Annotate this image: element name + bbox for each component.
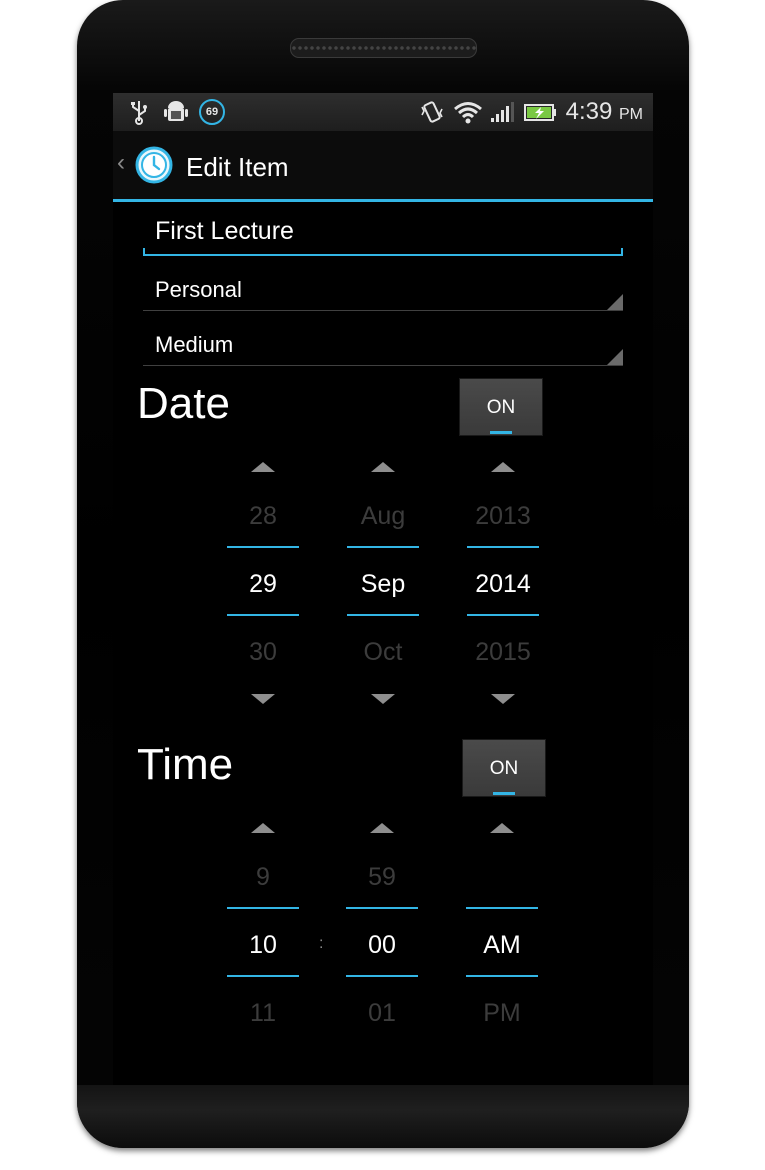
increment-arrow-icon[interactable]: [371, 462, 395, 472]
category-value: Personal: [155, 277, 242, 302]
signal-icon: [490, 99, 516, 125]
category-underline: [143, 310, 623, 311]
clock-time: 4:39: [565, 98, 613, 125]
selection-line-bottom: [346, 975, 418, 977]
name-field[interactable]: First Lecture: [143, 211, 623, 259]
selection-line-top: [347, 546, 419, 548]
chevron-left-icon[interactable]: ‹: [117, 151, 125, 175]
date-label: Date: [137, 379, 230, 428]
selection-line-top: [466, 907, 538, 909]
month-prev: Aug: [360, 502, 406, 530]
day-current[interactable]: 29: [207, 569, 319, 599]
minute-next: 01: [368, 999, 396, 1027]
ampm-next: PM: [483, 999, 521, 1027]
selection-line-bottom: [347, 614, 419, 616]
phone-chin: [77, 1085, 689, 1148]
increment-arrow-icon[interactable]: [251, 462, 275, 472]
selection-line-bottom: [466, 975, 538, 977]
name-field-underline: [143, 254, 623, 256]
time-toggle[interactable]: ON: [462, 739, 546, 797]
spinner-arrow-icon: [607, 349, 623, 365]
name-field-value: First Lecture: [155, 217, 294, 245]
toggle-indicator: [493, 792, 515, 795]
day-prev: 28: [249, 502, 277, 530]
hour-picker[interactable]: 9 10 11: [227, 820, 299, 1030]
clock-ampm: PM: [619, 106, 643, 123]
speaker-grille: [290, 38, 477, 58]
increment-arrow-icon[interactable]: [251, 823, 275, 833]
day-picker[interactable]: 28 29 30: [227, 459, 299, 709]
hour-current[interactable]: 10: [207, 930, 319, 960]
selection-line-bottom: [467, 614, 539, 616]
day-next: 30: [249, 638, 277, 666]
increment-arrow-icon[interactable]: [491, 462, 515, 472]
status-bar: 69 4:39 PM: [113, 93, 653, 131]
hour-prev: 9: [256, 863, 270, 891]
vibrate-icon: [419, 99, 445, 125]
selection-line-top: [346, 907, 418, 909]
year-current[interactable]: 2014: [447, 569, 559, 599]
page-title: Edit Item: [186, 152, 289, 182]
wifi-icon: [453, 99, 483, 125]
month-next: Oct: [363, 638, 403, 666]
notification-badge: 69: [199, 99, 225, 125]
selection-line-top: [467, 546, 539, 548]
time-separator: :: [319, 935, 324, 952]
status-clock: 4:39 PM: [566, 97, 643, 130]
minute-prev: 59: [368, 863, 396, 891]
time-toggle-label: ON: [489, 758, 519, 779]
month-current[interactable]: Sep: [327, 569, 439, 599]
ampm-current[interactable]: AM: [446, 930, 558, 960]
ampm-picker[interactable]: AM PM: [466, 820, 538, 1030]
android-debug-icon: [163, 99, 189, 125]
increment-arrow-icon[interactable]: [490, 823, 514, 833]
date-toggle-label: ON: [486, 397, 516, 418]
time-label: Time: [137, 740, 234, 789]
month-picker[interactable]: Aug Sep Oct: [347, 459, 419, 709]
underline-right-tick: [621, 248, 623, 256]
minute-picker[interactable]: 59 00 01: [346, 820, 418, 1030]
decrement-arrow-icon[interactable]: [251, 694, 275, 704]
usb-icon: [129, 99, 149, 125]
minute-current[interactable]: 00: [326, 930, 438, 960]
battery-charging-icon: [523, 99, 559, 125]
year-picker[interactable]: 2013 2014 2015: [467, 459, 539, 709]
priority-underline: [143, 365, 623, 366]
selection-line-bottom: [227, 975, 299, 977]
underline-left-tick: [143, 248, 145, 256]
increment-arrow-icon[interactable]: [370, 823, 394, 833]
action-bar-divider: [113, 199, 653, 202]
selection-line-top: [227, 546, 299, 548]
priority-spinner[interactable]: Medium: [143, 324, 623, 368]
hour-next: 11: [250, 999, 276, 1027]
year-prev: 2013: [475, 502, 531, 530]
selection-line-bottom: [227, 614, 299, 616]
category-spinner[interactable]: Personal: [143, 269, 623, 313]
year-next: 2015: [475, 638, 531, 666]
selection-line-top: [227, 907, 299, 909]
decrement-arrow-icon[interactable]: [491, 694, 515, 704]
priority-value: Medium: [155, 332, 234, 357]
spinner-arrow-icon: [607, 294, 623, 310]
clock-icon[interactable]: [135, 146, 173, 184]
decrement-arrow-icon[interactable]: [371, 694, 395, 704]
screen: 69 4:39 PM ‹ Edit Item First Lecture Per…: [113, 93, 653, 1085]
toggle-indicator: [490, 431, 512, 434]
date-toggle[interactable]: ON: [459, 378, 543, 436]
